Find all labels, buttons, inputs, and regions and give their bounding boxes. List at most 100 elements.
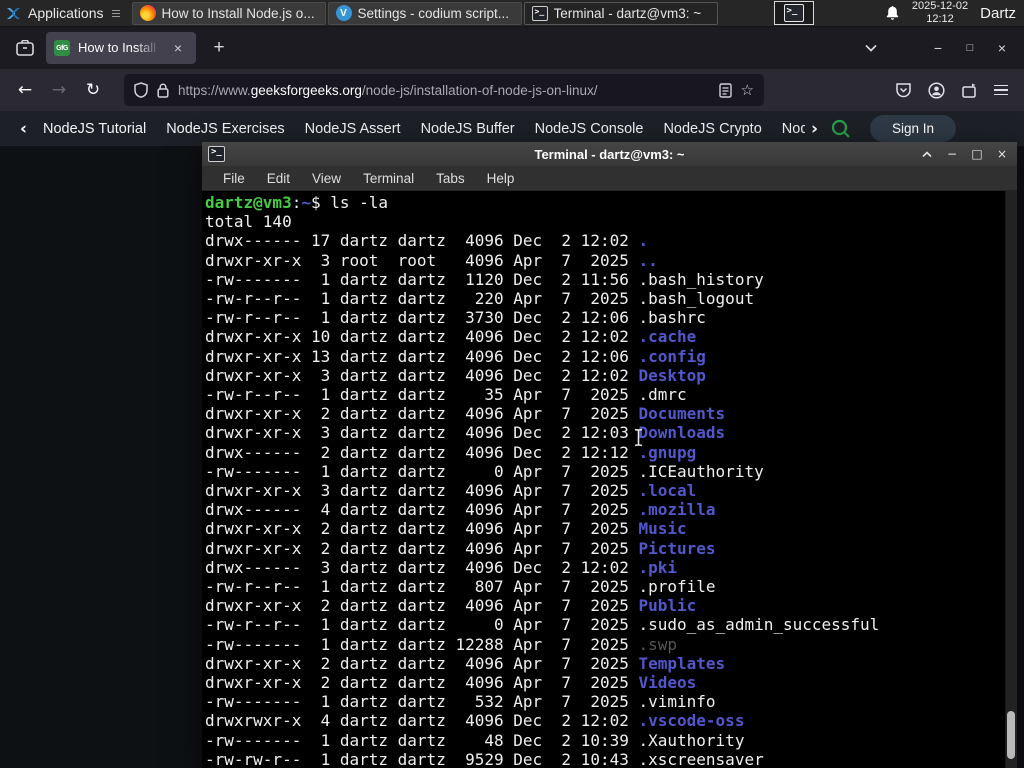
terminal-close-button[interactable]: × xyxy=(993,145,1011,163)
terminal-titlebar[interactable]: >_ Terminal - dartz@vm3: ~ − □ × xyxy=(202,142,1017,166)
workspace-terminal-icon: >_ xyxy=(783,4,804,22)
forward-button[interactable]: → xyxy=(44,75,74,105)
tracking-shield-icon[interactable] xyxy=(134,82,148,98)
lock-icon[interactable] xyxy=(157,83,169,98)
back-button[interactable]: ← xyxy=(10,75,40,105)
ls-entry: drwxr-xr-x 2 dartz dartz 4096 Apr 7 2025… xyxy=(205,596,697,616)
ls-entry: -rw-rw-r-- 1 dartz dartz 9529 Dec 2 10:4… xyxy=(205,749,764,768)
url-domain: geeksforgeeks.org xyxy=(250,82,362,98)
app-menu-icon[interactable] xyxy=(994,84,1008,96)
clock-date: 2025-12-02 xyxy=(911,0,969,13)
terminal-scrollbar[interactable] xyxy=(1005,191,1017,768)
gfg-nav-link[interactable]: NodeJS Assert xyxy=(295,121,411,137)
terminal-body[interactable]: dartz@vm3:~$ ls -la total 140 drwx------ 1… xyxy=(202,191,1017,768)
ls-entry: drwxrwxr-x 4 dartz dartz 4096 Dec 2 12:0… xyxy=(205,711,745,731)
navigation-toolbar: ← → ↻ https://www.geeksforgeeks.org/node… xyxy=(0,69,1024,111)
total-line: total 140 xyxy=(205,212,292,232)
gfg-nav-link[interactable]: NodeJS Buffer xyxy=(411,121,525,137)
taskbar-window-label: Terminal - dartz@vm3: ~ xyxy=(553,5,702,21)
gfg-site-nav: ‹ NodeJS Tutorial NodeJS Exercises NodeJS … xyxy=(0,111,1024,146)
new-tab-button[interactable]: + xyxy=(204,33,234,63)
taskbar-window-terminal[interactable]: >_ Terminal - dartz@vm3: ~ xyxy=(523,1,718,25)
ls-entry: drwxr-xr-x 3 dartz dartz 4096 Dec 2 12:0… xyxy=(205,365,706,385)
sign-in-button[interactable]: Sign In xyxy=(870,115,957,142)
account-icon[interactable] xyxy=(928,81,945,99)
terminal-menu-file[interactable]: File xyxy=(212,171,256,186)
reader-view-icon[interactable] xyxy=(718,82,732,98)
url-bar[interactable]: https://www.geeksforgeeks.org/node-js/in… xyxy=(124,74,764,106)
user-menu[interactable]: Dartz xyxy=(980,5,1016,22)
applications-label: Applications xyxy=(28,5,104,21)
ls-entry: -rw-r--r-- 1 dartz dartz 220 Apr 7 2025 … xyxy=(205,289,755,309)
ls-entry: drwx------ 2 dartz dartz 4096 Dec 2 12:1… xyxy=(205,442,697,462)
firefox-view-icon[interactable] xyxy=(10,33,40,63)
clock-time: 12:12 xyxy=(926,13,954,25)
taskbar: How to Install Node.js o... V Settings - c… xyxy=(131,0,718,27)
terminal-scrollbar-thumb[interactable] xyxy=(1007,711,1015,759)
terminal-minimize-button[interactable]: − xyxy=(943,145,961,163)
terminal-window: >_ Terminal - dartz@vm3: ~ − □ × File Edi… xyxy=(202,142,1017,768)
terminal-menu-view[interactable]: View xyxy=(301,171,352,186)
taskbar-window-firefox[interactable]: How to Install Node.js o... xyxy=(131,1,326,25)
workspace-switcher[interactable]: >_ xyxy=(773,1,814,25)
browser-minimize-button[interactable]: − xyxy=(924,35,952,61)
gfg-nav-link[interactable]: NodeJS Console xyxy=(525,121,654,137)
terminal-menu-edit[interactable]: Edit xyxy=(256,171,301,186)
list-all-tabs-icon[interactable] xyxy=(858,35,884,61)
nav-scroll-left-icon[interactable]: ‹ xyxy=(14,119,33,139)
terminal-maximize-button[interactable]: □ xyxy=(968,145,986,163)
extension-icon[interactable] xyxy=(961,82,978,99)
search-icon[interactable] xyxy=(830,118,852,140)
ls-entry: drwxr-xr-x 2 dartz dartz 4096 Apr 7 2025… xyxy=(205,673,697,693)
menu-lines-icon xyxy=(111,9,120,17)
terminal-icon: >_ xyxy=(531,5,548,21)
terminal-menu-terminal[interactable]: Terminal xyxy=(352,171,425,186)
gfg-nav-link[interactable]: NodeJS Crypto xyxy=(653,121,771,137)
gfg-nav-links: NodeJS Tutorial NodeJS Exercises NodeJS As… xyxy=(33,121,805,137)
codium-icon: V xyxy=(335,5,352,21)
taskbar-window-label: How to Install Node.js o... xyxy=(161,5,315,21)
taskbar-window-codium[interactable]: V Settings - codium script... xyxy=(327,1,522,25)
gfg-nav-link[interactable]: NodeJS Tutorial xyxy=(33,121,156,137)
ls-entry: -rw------- 1 dartz dartz 1120 Dec 2 11:5… xyxy=(205,269,764,289)
ls-entry: -rw------- 1 dartz dartz 12288 Apr 7 202… xyxy=(205,634,678,654)
distro-logo-icon xyxy=(5,5,22,22)
url-path: /node-js/installation-of-node-js-on-linu… xyxy=(361,82,598,98)
prompt-line: dartz@vm3:~$ ls -la xyxy=(205,193,389,212)
terminal-menu-help[interactable]: Help xyxy=(476,171,526,186)
ls-entry: drwxr-xr-x 3 dartz dartz 4096 Apr 7 2025… xyxy=(205,481,697,501)
desktop: Applications How to Install Node.js o...… xyxy=(0,0,1024,768)
ls-entry: drwx------ 17 dartz dartz 4096 Dec 2 12:… xyxy=(205,231,649,251)
notification-bell-icon[interactable] xyxy=(885,5,900,21)
mouse-ibeam-cursor xyxy=(633,428,644,452)
clock[interactable]: 2025-12-02 12:12 xyxy=(912,0,968,25)
terminal-shade-icon[interactable] xyxy=(918,145,936,163)
terminal-menu-tabs[interactable]: Tabs xyxy=(425,171,476,186)
gfg-nav-link[interactable]: NodeJS Exercises xyxy=(156,121,294,137)
ls-entry: -rw------- 1 dartz dartz 0 Apr 7 2025 .I… xyxy=(205,461,764,481)
ls-entry: drwx------ 3 dartz dartz 4096 Dec 2 12:0… xyxy=(205,557,678,577)
ls-entry: drwxr-xr-x 3 dartz dartz 4096 Dec 2 12:0… xyxy=(205,423,726,443)
ls-entry: drwxr-xr-x 13 dartz dartz 4096 Dec 2 12:… xyxy=(205,346,706,366)
browser-close-button[interactable]: × xyxy=(988,35,1016,61)
ls-entry: -rw-r--r-- 1 dartz dartz 807 Apr 7 2025 … xyxy=(205,577,716,597)
ls-entry: -rw-r--r-- 1 dartz dartz 3730 Dec 2 12:0… xyxy=(205,308,706,328)
applications-menu-button[interactable]: Applications xyxy=(0,0,126,27)
terminal-app-icon: >_ xyxy=(208,146,225,162)
tab-close-icon[interactable]: × xyxy=(168,38,188,58)
nav-scroll-right-icon[interactable]: › xyxy=(805,119,824,139)
gfg-nav-link[interactable]: NodeJS DNS xyxy=(772,121,805,137)
toolbar-extensions-area xyxy=(895,81,1014,99)
pocket-icon[interactable] xyxy=(895,82,912,99)
reload-button[interactable]: ↻ xyxy=(78,75,108,105)
bookmark-star-icon[interactable]: ☆ xyxy=(741,81,754,99)
ls-entry: drwxr-xr-x 3 root root 4096 Apr 7 2025 .… xyxy=(205,250,658,270)
tab-bar: GfG How to Install Node.js on × + − □ × xyxy=(0,27,1024,69)
browser-tab[interactable]: GfG How to Install Node.js on × xyxy=(46,32,196,64)
firefox-icon xyxy=(139,5,156,21)
ls-entry: drwxr-xr-x 2 dartz dartz 4096 Apr 7 2025… xyxy=(205,519,687,539)
ls-entry: drwxr-xr-x 2 dartz dartz 4096 Apr 7 2025… xyxy=(205,653,726,673)
ls-entry: -rw-r--r-- 1 dartz dartz 0 Apr 7 2025 .s… xyxy=(205,615,880,635)
browser-maximize-button[interactable]: □ xyxy=(956,35,984,61)
tab-title: How to Install Node.js on xyxy=(78,40,160,56)
